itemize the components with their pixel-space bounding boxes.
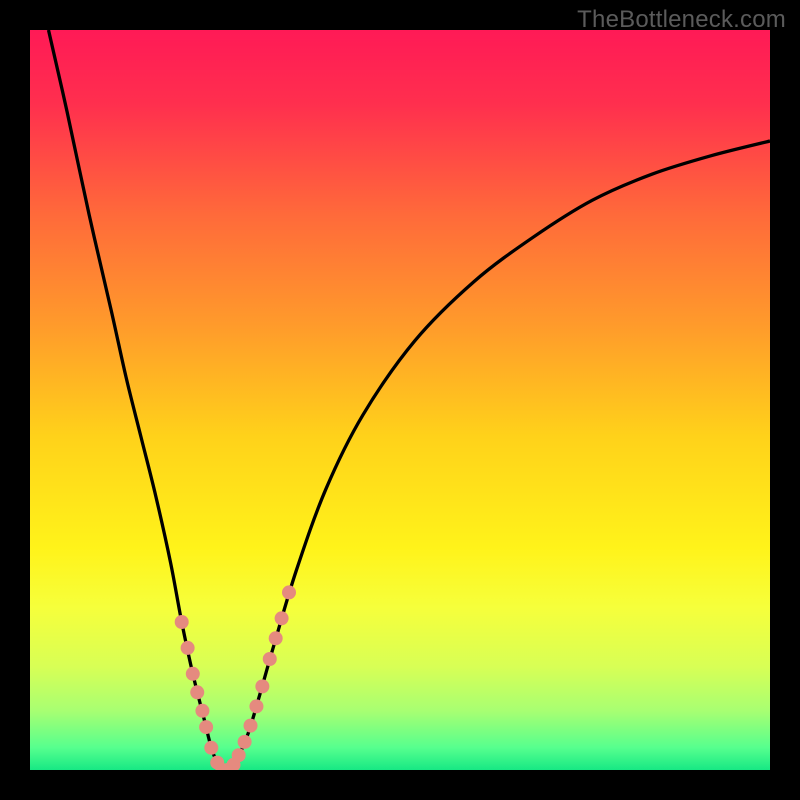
bottleneck-markers [175, 585, 296, 770]
marker-layer [30, 30, 770, 770]
marker-dot [249, 699, 263, 713]
marker-dot [263, 652, 277, 666]
marker-dot [282, 585, 296, 599]
marker-dot [269, 631, 283, 645]
marker-dot [175, 615, 189, 629]
marker-dot [186, 667, 200, 681]
marker-dot [255, 679, 269, 693]
marker-dot [199, 720, 213, 734]
plot-area [30, 30, 770, 770]
watermark-text: TheBottleneck.com [577, 6, 786, 34]
marker-dot [238, 735, 252, 749]
marker-dot [244, 719, 258, 733]
marker-dot [275, 611, 289, 625]
marker-dot [181, 641, 195, 655]
marker-dot [204, 741, 218, 755]
marker-dot [232, 748, 246, 762]
marker-dot [190, 685, 204, 699]
marker-dot [195, 704, 209, 718]
